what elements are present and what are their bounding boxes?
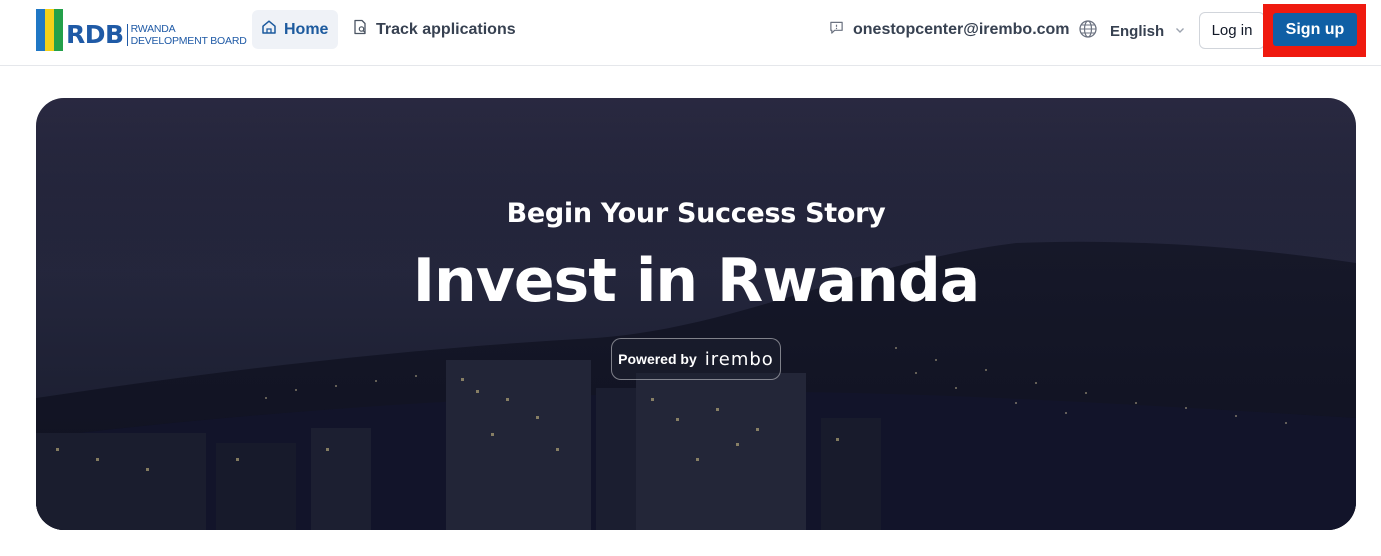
support-contact[interactable]: onestopcenter@irembo.com <box>829 10 1070 49</box>
language-label: English <box>1110 23 1165 40</box>
logo-flag-mark <box>36 9 63 51</box>
rdb-logo[interactable]: RDB RWANDA DEVELOPMENT BOARD <box>36 9 247 51</box>
top-navbar: RDB RWANDA DEVELOPMENT BOARD Home Track … <box>0 0 1381 66</box>
logo-wordmark: RWANDA DEVELOPMENT BOARD <box>131 23 247 47</box>
logo-abbreviation: RDB <box>66 19 124 49</box>
chevron-down-icon <box>1174 23 1186 41</box>
nav-home[interactable]: Home <box>252 10 338 49</box>
nav-home-label: Home <box>284 20 329 38</box>
irembo-logo: irembo <box>704 348 774 370</box>
powered-by-label: Powered by <box>618 351 697 367</box>
nav-track-label: Track applications <box>376 20 516 38</box>
signup-button[interactable]: Sign up <box>1273 13 1357 46</box>
home-icon <box>261 19 277 40</box>
powered-by-badge[interactable]: Powered by irembo <box>611 338 781 380</box>
support-email[interactable]: onestopcenter@irembo.com <box>853 21 1070 39</box>
logo-divider <box>126 24 128 46</box>
login-button[interactable]: Log in <box>1199 12 1265 49</box>
hero-title: Invest in Rwanda <box>412 246 981 316</box>
logo-line-2: DEVELOPMENT BOARD <box>130 35 247 47</box>
logo-line-1: RWANDA <box>130 23 176 35</box>
hero-subtitle: Begin Your Success Story <box>506 198 886 229</box>
hero-banner: Begin Your Success Story Invest in Rwand… <box>36 98 1356 530</box>
document-search-icon <box>352 19 368 40</box>
globe-icon <box>1078 19 1098 44</box>
chat-icon <box>829 20 844 40</box>
language-selector[interactable]: English <box>1078 12 1186 51</box>
nav-track-applications[interactable]: Track applications <box>352 10 516 49</box>
